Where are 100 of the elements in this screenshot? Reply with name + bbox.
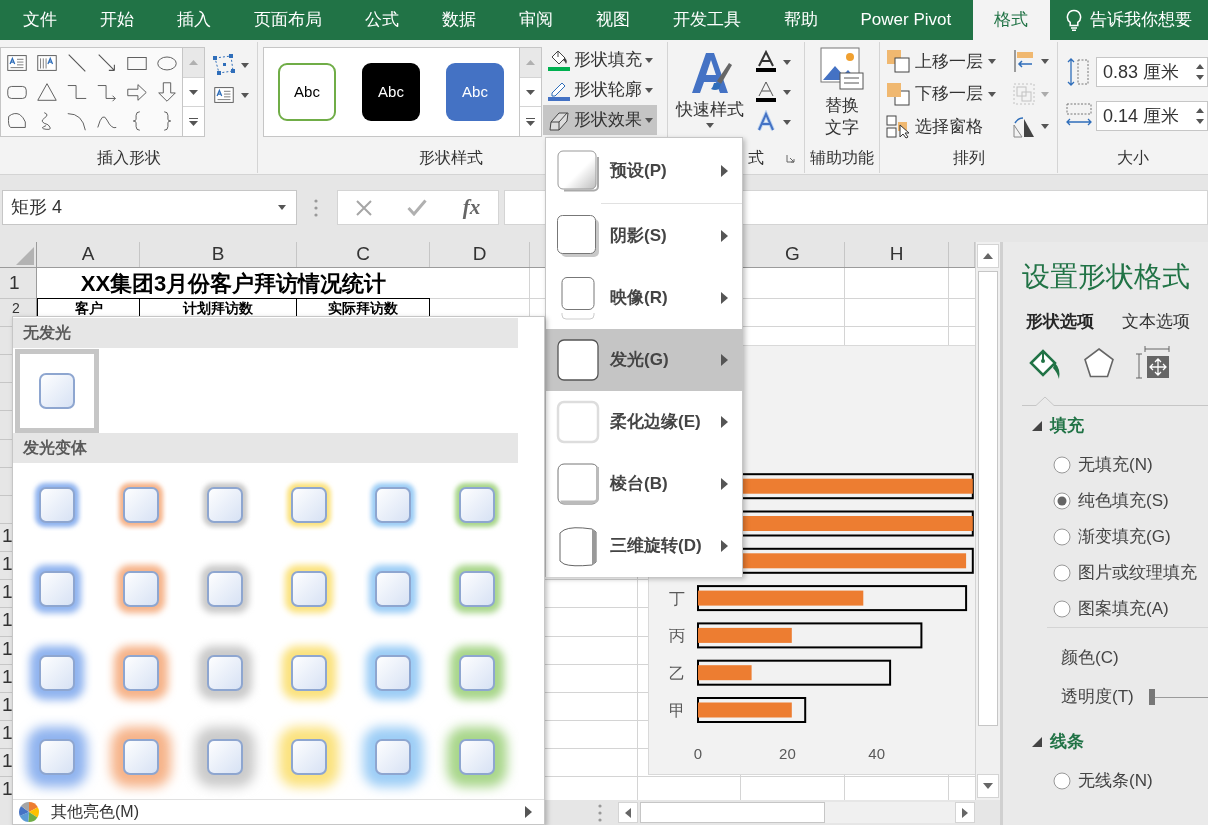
ribbon-tab[interactable]: 插入 bbox=[155, 0, 232, 40]
group-label: 形状样式 bbox=[418, 148, 483, 168]
ribbon-tab[interactable]: 数据 bbox=[420, 0, 497, 40]
menu-item[interactable]: 阴影(S) bbox=[546, 205, 742, 267]
scrollbar-thumb[interactable] bbox=[978, 271, 998, 726]
column-header[interactable]: B bbox=[140, 242, 297, 267]
menu-item[interactable]: 预设(P) bbox=[546, 140, 742, 202]
text-outline-icon[interactable] bbox=[754, 80, 778, 104]
ribbon-tab[interactable]: 页面布局 bbox=[232, 0, 343, 40]
ribbon-tab[interactable]: 开发工具 bbox=[651, 0, 762, 40]
cancel-icon[interactable] bbox=[355, 199, 372, 216]
caret-icon[interactable] bbox=[1041, 124, 1049, 130]
radio-button[interactable] bbox=[1053, 564, 1071, 582]
bring-forward-button[interactable]: 上移一层 bbox=[884, 45, 1012, 78]
scroll-down-button[interactable] bbox=[977, 774, 999, 798]
pane-tab[interactable]: 文本选项 bbox=[1122, 309, 1190, 333]
column-header[interactable]: H bbox=[845, 242, 949, 267]
column-header[interactable]: C bbox=[297, 242, 430, 267]
scroll-left-button[interactable] bbox=[618, 802, 638, 823]
caret-icon[interactable] bbox=[783, 89, 791, 95]
property-label: 颜色(C) bbox=[1061, 647, 1119, 670]
dialog-launcher-icon[interactable] bbox=[786, 153, 795, 163]
category-label: 丙 bbox=[669, 627, 685, 645]
ribbon-tab[interactable]: 格式 bbox=[972, 0, 1050, 40]
edit-shape-icon[interactable] bbox=[211, 53, 237, 77]
selection-pane-button[interactable]: 选择窗格 bbox=[884, 110, 1012, 143]
bevel-effect-icon bbox=[556, 462, 600, 506]
section-header[interactable]: 填充 bbox=[1022, 413, 1084, 439]
caret-icon[interactable] bbox=[241, 92, 249, 98]
ribbon-tab[interactable]: 文件 bbox=[1, 0, 78, 40]
tell-me-search[interactable]: 告诉我你想要 bbox=[1089, 7, 1192, 33]
category-label: 乙 bbox=[669, 664, 685, 682]
column-header[interactable]: D bbox=[430, 242, 530, 267]
name-box[interactable]: 矩形 4 bbox=[2, 190, 297, 225]
slider-thumb[interactable] bbox=[1148, 689, 1155, 705]
size-properties-icon[interactable] bbox=[1136, 346, 1170, 382]
style-sample[interactable]: Abc bbox=[278, 63, 336, 121]
horizontal-scrollbar-thumb[interactable] bbox=[640, 802, 825, 823]
ribbon-tab[interactable]: 公式 bbox=[343, 0, 420, 40]
width-field[interactable]: 0.14 厘米 bbox=[1096, 101, 1208, 131]
splitter-dots-icon[interactable] bbox=[598, 803, 602, 822]
submenu-arrow-icon bbox=[721, 478, 728, 490]
splitter-dots-icon[interactable] bbox=[314, 198, 318, 217]
more-colors-item[interactable]: 其他亮色(M) bbox=[13, 799, 544, 824]
row-header[interactable]: 1 bbox=[0, 268, 36, 299]
ribbon-tab[interactable]: 审阅 bbox=[497, 0, 574, 40]
insert-function-button[interactable]: fx bbox=[462, 191, 481, 224]
caret-icon bbox=[645, 117, 653, 123]
caret-icon[interactable] bbox=[783, 59, 791, 65]
plain-square-icon bbox=[37, 371, 77, 411]
radio-button[interactable] bbox=[1053, 456, 1071, 474]
text-fill-icon[interactable] bbox=[754, 50, 778, 74]
radio-button[interactable] bbox=[1053, 600, 1071, 618]
radio-button[interactable] bbox=[1053, 772, 1071, 790]
menu-item[interactable]: 三维旋转(D) bbox=[546, 515, 742, 577]
alt-text-button[interactable]: 替换文字 bbox=[820, 47, 864, 143]
glow-effect-icon bbox=[556, 338, 600, 382]
shape-outline-button[interactable]: 形状轮廓 bbox=[543, 75, 657, 105]
radio-button[interactable] bbox=[1053, 492, 1071, 510]
style-sample[interactable]: Abc bbox=[362, 63, 420, 121]
submenu-arrow-icon bbox=[721, 230, 728, 242]
ribbon-tab[interactable]: 视图 bbox=[574, 0, 651, 40]
menu-item[interactable]: 柔化边缘(E) bbox=[546, 391, 742, 453]
shape-effects-button[interactable]: 形状效果 bbox=[543, 105, 657, 135]
pane-tab[interactable]: 形状选项 bbox=[1026, 309, 1094, 333]
radio-button[interactable] bbox=[1053, 528, 1071, 546]
quick-styles-button[interactable]: 快速样式 bbox=[670, 47, 750, 143]
caret-icon[interactable] bbox=[1041, 58, 1049, 64]
category-label: 丁 bbox=[669, 590, 685, 608]
ribbon-tab[interactable]: Power Pivot bbox=[839, 0, 973, 40]
scroll-up-button[interactable] bbox=[977, 244, 999, 268]
enter-icon[interactable] bbox=[407, 199, 428, 216]
menu-item[interactable]: 映像(R) bbox=[546, 267, 742, 329]
send-backward-button[interactable]: 下移一层 bbox=[884, 77, 1012, 111]
ribbon-tab[interactable]: 帮助 bbox=[762, 0, 839, 40]
caret-icon bbox=[988, 58, 996, 64]
section-header[interactable]: 线条 bbox=[1022, 729, 1084, 755]
style-sample[interactable]: Abc bbox=[446, 63, 504, 121]
column-header[interactable]: A bbox=[37, 242, 140, 267]
group-label: 排列 bbox=[952, 148, 985, 168]
no-glow-option[interactable] bbox=[15, 349, 99, 433]
tick-label: 20 bbox=[779, 745, 796, 762]
menu-item[interactable]: 发光(G) bbox=[546, 329, 742, 391]
scroll-up-icon bbox=[983, 253, 993, 259]
caret-icon bbox=[706, 123, 714, 128]
align-icon[interactable] bbox=[1012, 49, 1036, 74]
text-effects-icon[interactable] bbox=[754, 110, 778, 134]
group-label: 插入形状 bbox=[96, 148, 161, 168]
down-arrow-icon[interactable] bbox=[155, 79, 179, 104]
select-all-icon[interactable] bbox=[16, 247, 34, 265]
ribbon-tab[interactable]: 开始 bbox=[78, 0, 155, 40]
rotate-icon[interactable] bbox=[1012, 114, 1036, 139]
menu-item[interactable]: 棱台(B) bbox=[546, 453, 742, 515]
caret-icon[interactable] bbox=[278, 205, 286, 210]
sheet-title: XX集团3月份客户拜访情况统计 bbox=[37, 268, 430, 299]
shape-fill-button[interactable]: 形状填充 bbox=[543, 45, 657, 75]
scroll-right-button[interactable] bbox=[955, 802, 975, 823]
caret-icon[interactable] bbox=[241, 62, 249, 68]
height-field[interactable]: 0.83 厘米 bbox=[1096, 57, 1208, 87]
caret-icon[interactable] bbox=[783, 119, 791, 125]
